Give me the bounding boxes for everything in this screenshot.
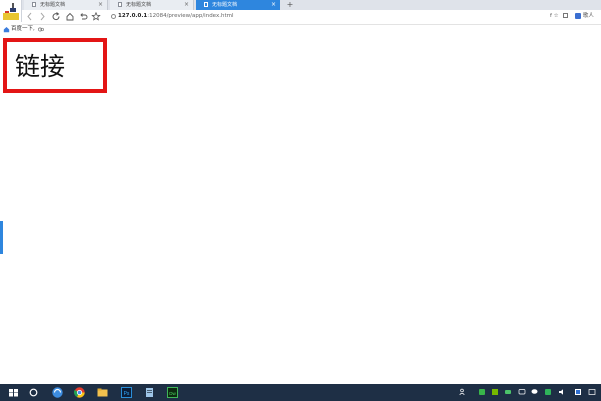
toolbar-extras[interactable]: f ☆ (550, 13, 559, 19)
tab-label: 无标题文档 (126, 2, 152, 8)
reload-button[interactable] (51, 11, 61, 22)
wechat-icon[interactable] (531, 388, 539, 396)
link-box[interactable]: 链接 (3, 38, 107, 93)
undo-button[interactable] (78, 11, 88, 22)
tab-1[interactable]: 无标题文档 × (24, 0, 108, 10)
toolbar-right: f ☆ 歌人 (550, 12, 594, 21)
green-app-icon[interactable] (478, 388, 486, 396)
windows-start-icon[interactable] (7, 386, 20, 399)
bookmark-extra-icon[interactable] (38, 27, 44, 32)
bookmarks-bar (0, 25, 601, 35)
document-icon (204, 2, 208, 7)
address-bar[interactable]: 127.0.0.1:12084/preview/app/index.html (110, 12, 234, 21)
document-icon (32, 2, 36, 7)
home-icon (66, 12, 74, 21)
close-tab-icon[interactable]: × (184, 0, 189, 10)
star-icon (91, 11, 101, 21)
user-label[interactable]: 歌人 (583, 13, 594, 19)
svg-text:Dw: Dw (169, 391, 176, 396)
close-tab-icon[interactable]: × (271, 0, 276, 10)
cloud-icon[interactable] (504, 388, 512, 396)
notepad-icon[interactable] (143, 386, 156, 399)
user-avatar-icon[interactable] (575, 12, 582, 19)
menu-icon[interactable] (563, 13, 569, 18)
address-path: :12084/preview/app/index.html (147, 13, 234, 19)
dreamweaver-icon[interactable]: Dw (166, 386, 179, 399)
tab-3-active[interactable]: 无标题文档 × (196, 0, 280, 10)
nvidia-icon[interactable] (491, 388, 499, 396)
cortana-search-icon[interactable] (27, 386, 40, 399)
back-button[interactable] (25, 11, 35, 22)
file-explorer-icon[interactable] (96, 386, 109, 399)
network-icon[interactable] (574, 388, 582, 396)
bookmark-home-icon (3, 27, 10, 33)
svg-text:Ps: Ps (124, 391, 130, 397)
photoshop-icon[interactable]: Ps (120, 386, 133, 399)
link-text[interactable]: 链接 (15, 50, 65, 84)
chrome-icon[interactable] (73, 386, 86, 399)
favorite-button[interactable] (91, 11, 101, 22)
volume-icon[interactable] (558, 388, 566, 396)
tab-label: 无标题文档 (40, 2, 66, 8)
home-button[interactable] (65, 11, 75, 22)
update-icon[interactable] (544, 388, 552, 396)
new-tab-button[interactable]: + (286, 0, 294, 10)
document-icon (118, 2, 122, 7)
back-icon (27, 12, 32, 21)
tab-2[interactable]: 无标题文档 × (110, 0, 194, 10)
browser-360-icon[interactable] (51, 386, 64, 399)
forward-button[interactable] (37, 11, 47, 22)
side-panel-tab[interactable] (0, 221, 3, 254)
bookmark-baidu[interactable]: 百度一下, (11, 26, 35, 33)
chat-icon[interactable] (518, 388, 526, 396)
forward-icon (40, 12, 45, 21)
undo-icon (80, 13, 88, 20)
people-icon[interactable] (459, 388, 467, 396)
address-host: 127.0.0.1 (118, 13, 148, 19)
notification-icon[interactable] (588, 388, 596, 396)
browser-logo-icon[interactable] (0, 0, 22, 22)
browser-toolbar (22, 10, 601, 25)
reload-icon (52, 12, 60, 21)
close-tab-icon[interactable]: × (98, 0, 103, 10)
tab-label: 无标题文档 (212, 2, 238, 8)
